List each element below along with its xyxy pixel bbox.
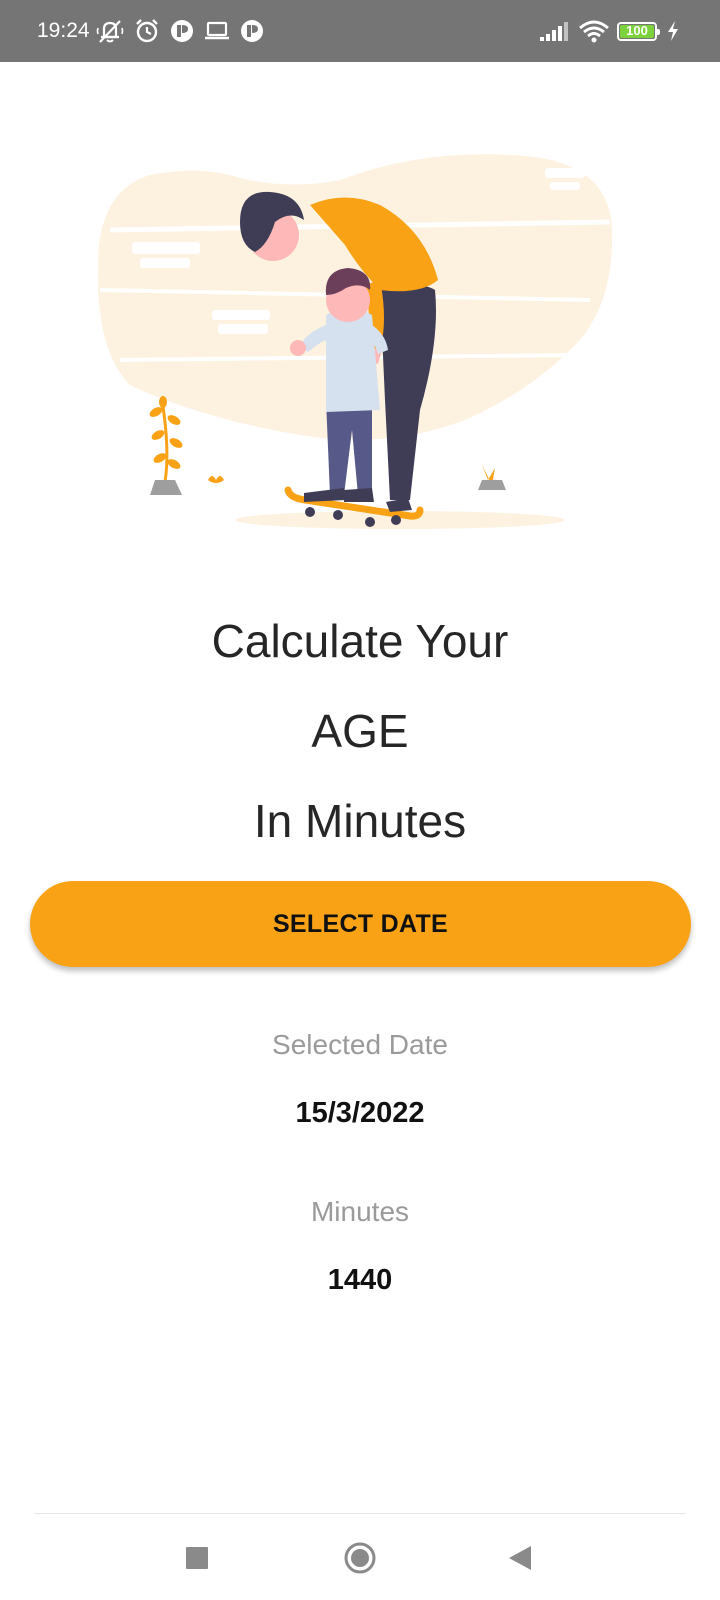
battery-icon: 100 [617, 21, 660, 41]
selected-date-value: 15/3/2022 [295, 1097, 425, 1129]
status-bar-left: 19:24 [37, 18, 274, 44]
signal-icon [539, 20, 571, 42]
alarm-icon [134, 18, 160, 44]
status-bar-right: 100 [539, 19, 686, 43]
headline-line-1: Calculate Your [211, 615, 509, 667]
recents-button[interactable] [173, 1534, 221, 1582]
charging-icon [667, 21, 679, 41]
status-time: 19:24 [37, 19, 90, 42]
battery-level: 100 [626, 22, 648, 38]
mute-notifications-icon [96, 18, 124, 44]
home-icon [344, 1542, 376, 1574]
status-bar: 19:24 100 [0, 0, 720, 62]
app-icon [240, 19, 264, 43]
battery-cap [657, 28, 660, 35]
laptop-icon [204, 20, 230, 42]
minutes-label: Minutes [310, 1196, 410, 1227]
headline-line-2: AGE [311, 705, 409, 757]
minutes-value: 1440 [327, 1264, 393, 1296]
headline-line-3: In Minutes [253, 795, 467, 847]
parent-child-skateboard-illustration [90, 150, 630, 540]
selected-date-label: Selected Date [272, 1029, 448, 1060]
navigation-bar [0, 1514, 720, 1600]
back-button[interactable] [496, 1534, 544, 1582]
app-icon [170, 19, 194, 43]
home-button[interactable] [336, 1534, 384, 1582]
wifi-icon [578, 19, 610, 43]
select-date-button[interactable]: SELECT DATE [30, 881, 691, 967]
back-icon [509, 1546, 531, 1570]
recents-icon [186, 1547, 208, 1569]
